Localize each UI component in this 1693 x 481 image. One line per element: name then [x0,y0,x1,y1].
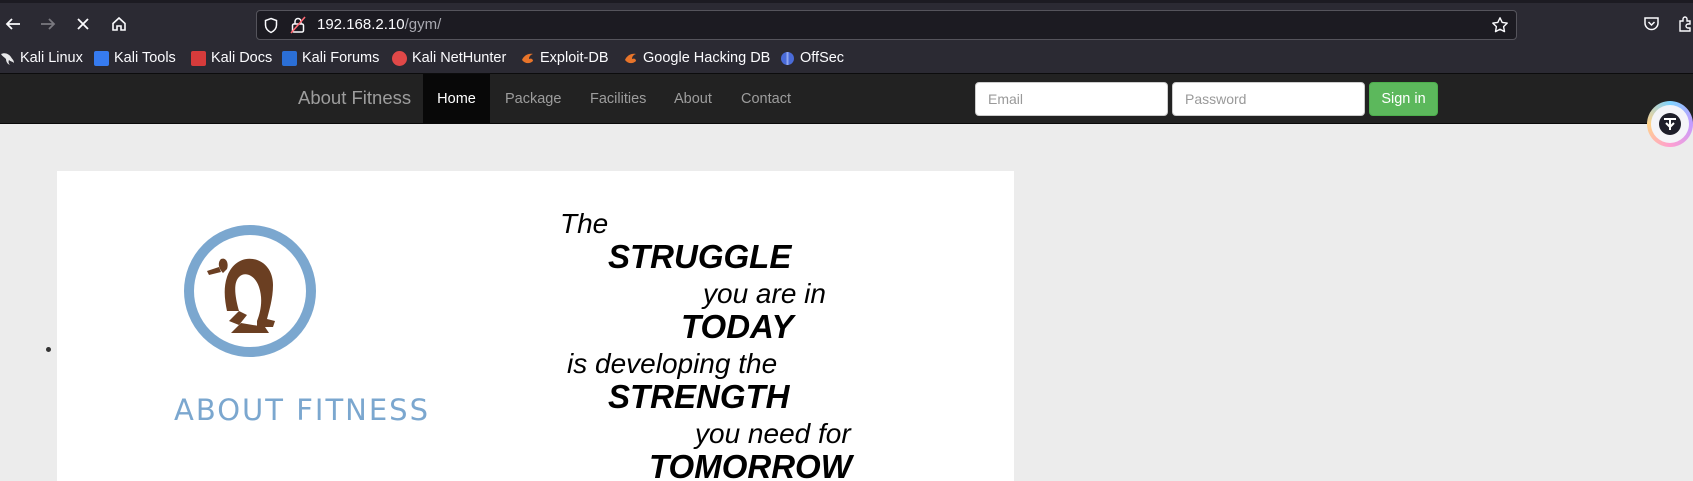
bookmark-google-hacking-db[interactable]: Google Hacking DB [623,48,770,68]
url-path: /gym/ [404,16,442,33]
shield-icon[interactable] [263,17,279,38]
bookmark-label: Exploit-DB [540,50,609,66]
kali-nethunter-icon [392,50,407,66]
about-fitness-logo [183,215,318,368]
bookmark-star-icon[interactable] [1491,16,1509,38]
offsec-icon [780,51,795,66]
url-host: 192.168.2.10 [317,16,405,33]
bookmark-label: OffSec [800,50,845,66]
list-bullet [46,347,51,352]
nav-contact[interactable]: Contact [741,74,791,124]
bookmark-label: Google Hacking DB [643,50,771,66]
password-field[interactable] [1172,82,1365,116]
kali-dragon-icon [0,51,15,66]
quote-line: The [560,208,609,239]
bookmark-label: Kali Linux [20,50,83,66]
bookmark-kali-nethunter[interactable]: Kali NetHunter [392,48,506,68]
kali-docs-icon [191,50,206,66]
bookmark-kali-tools[interactable]: Kali Tools [94,48,176,68]
exploit-db-icon [520,51,535,66]
logo-wordmark: ABOUT FITNESS [174,393,430,427]
home-icon[interactable] [106,11,132,37]
bookmark-label: Kali Forums [302,50,380,66]
nav-about[interactable]: About [674,74,712,124]
insecure-lock-icon[interactable] [290,16,306,38]
sign-in-button[interactable]: Sign in [1369,82,1438,116]
quote-line-emphasis: STRUGGLE [608,238,792,275]
quote-line: you need for [695,418,851,449]
nav-package[interactable]: Package [505,74,561,124]
quote-line-emphasis: TOMORROW [649,448,852,481]
kali-forums-icon [282,50,297,66]
kali-tools-icon [94,50,109,66]
bookmark-label: Kali Tools [114,50,176,66]
brand-link[interactable]: About Fitness [298,87,411,109]
google-hacking-db-icon [623,51,638,66]
bookmark-kali-forums[interactable]: Kali Forums [282,48,379,68]
url-text[interactable]: 192.168.2.10/gym/ [317,16,441,33]
bookmark-kali-docs[interactable]: Kali Docs [191,48,272,68]
bookmark-label: Kali NetHunter [412,50,507,66]
url-bar[interactable]: 192.168.2.10/gym/ [256,10,1517,40]
stop-loading-icon[interactable] [70,11,96,37]
hero-slide: ABOUT FITNESS The STRUGGLE you are in TO… [57,171,1014,481]
pocket-icon[interactable] [1638,11,1664,37]
bookmark-offsec[interactable]: OffSec [780,48,844,68]
browser-toolbar: 192.168.2.10/gym/ [0,0,1693,43]
extensions-icon[interactable] [1672,11,1693,37]
bookmark-exploit-db[interactable]: Exploit-DB [520,48,609,68]
quote-line-emphasis: STRENGTH [608,378,790,415]
back-icon[interactable] [0,11,26,37]
yoga-figure-icon [184,225,316,357]
quote-line: is developing the [567,348,778,379]
bookmark-label: Kali Docs [211,50,273,66]
forward-icon[interactable] [35,11,61,37]
quote-line-emphasis: TODAY [681,308,794,345]
bookmarks-bar: Kali Linux Kali Tools Kali Docs Kali For… [0,43,1693,74]
nav-home[interactable]: Home [423,74,490,124]
email-field[interactable] [975,82,1168,116]
floating-extension-badge[interactable] [1647,101,1693,147]
site-navbar: About Fitness Home Package Facilities Ab… [0,74,1693,124]
bookmark-kali-linux[interactable]: Kali Linux [0,48,83,68]
quote-line: you are in [703,278,826,309]
extension-logo-icon [1651,105,1689,143]
nav-facilities[interactable]: Facilities [590,74,646,124]
